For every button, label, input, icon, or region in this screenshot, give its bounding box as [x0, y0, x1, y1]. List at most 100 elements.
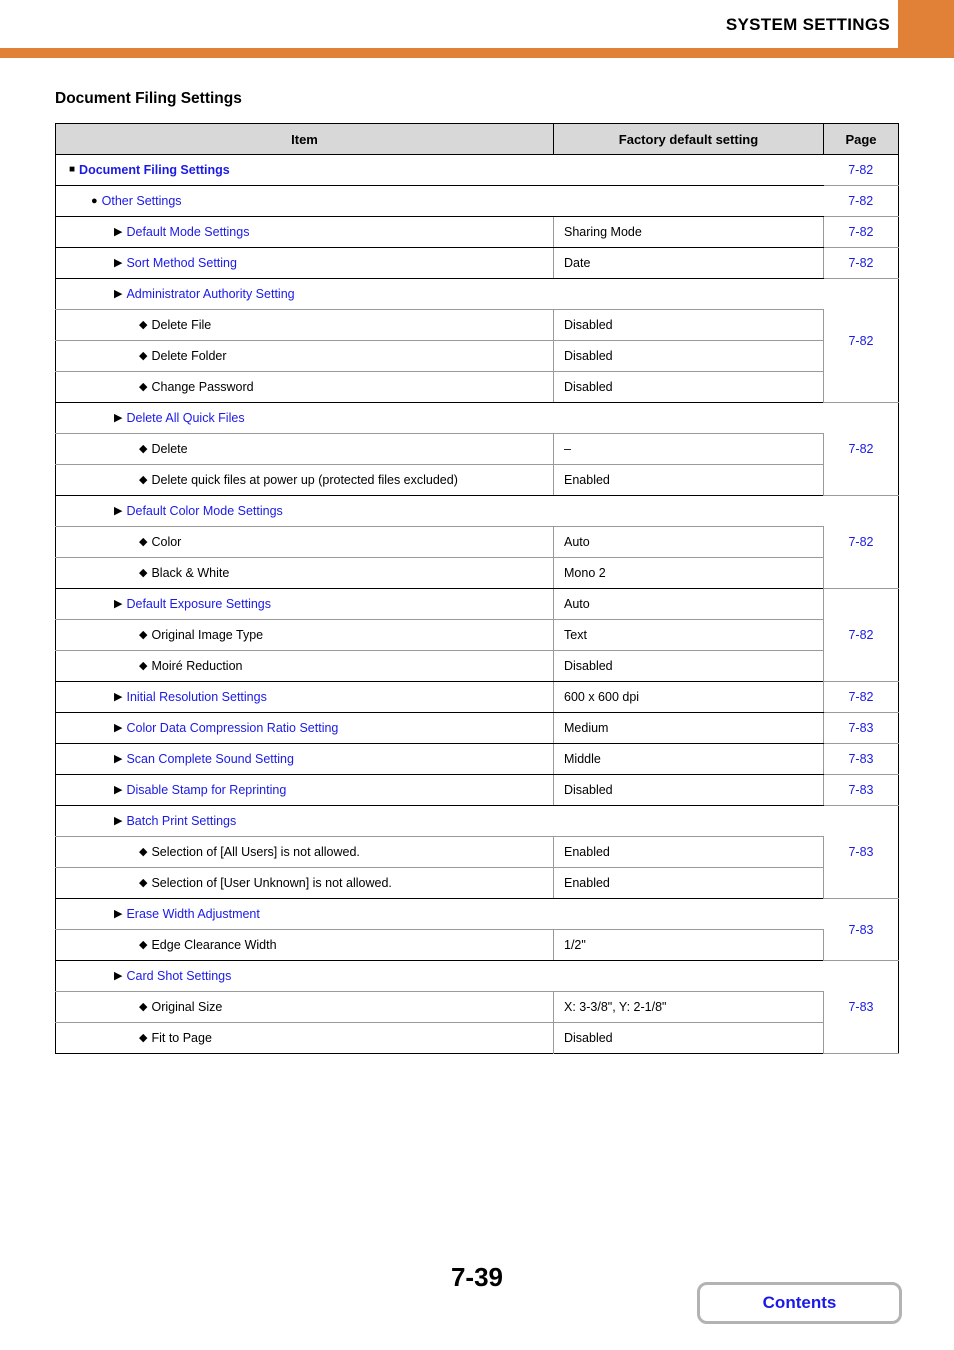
table-cell-value: Date: [553, 247, 824, 279]
table-cell-item: ▶ Delete All Quick Files: [55, 402, 824, 434]
circle-bullet-icon: ●: [91, 194, 98, 207]
table-cell-item: ◆ Delete File: [55, 309, 554, 341]
page-reference-link[interactable]: 7-82: [823, 154, 899, 186]
table-cell-value: Auto: [553, 588, 824, 620]
table-cell-value: Auto: [553, 526, 824, 558]
setting-link[interactable]: Batch Print Settings: [126, 814, 236, 828]
triangle-bullet-icon: ▶: [114, 721, 123, 734]
diamond-bullet-icon: ◆: [139, 535, 148, 548]
table-cell-item: ● Other Settings: [55, 185, 824, 217]
page-reference-link[interactable]: 7-83: [823, 774, 899, 806]
setting-value: Text: [564, 628, 587, 642]
setting-link[interactable]: Scan Complete Sound Setting: [126, 752, 293, 766]
table-cell-item: ◆ Delete quick files at power up (protect…: [55, 464, 554, 496]
page-reference-link[interactable]: 7-83: [823, 743, 899, 775]
table-row: ◆ Delete Folder Disabled: [55, 340, 899, 372]
table-row: ◆ Edge Clearance Width 1/2": [55, 929, 899, 961]
setting-value: Enabled: [564, 876, 610, 890]
table-row: ▶ Default Mode Settings Sharing Mode 7-82: [55, 216, 899, 248]
setting-link[interactable]: Delete All Quick Files: [126, 411, 244, 425]
setting-value: Disabled: [564, 318, 613, 332]
page-reference-link[interactable]: 7-82: [823, 278, 899, 403]
table-header-row: Item Factory default setting Page: [55, 123, 899, 155]
page-reference-link[interactable]: 7-82: [823, 495, 899, 589]
table-cell-value: Enabled: [553, 867, 824, 899]
setting-link[interactable]: Erase Width Adjustment: [126, 907, 259, 921]
table-row: ▶ Initial Resolution Settings 600 x 600 dp…: [55, 681, 899, 713]
setting-link[interactable]: Default Mode Settings: [126, 225, 249, 239]
table-cell-value: X: 3-3/8", Y: 2-1/8": [553, 991, 824, 1023]
table-cell-value: Disabled: [553, 371, 824, 403]
table-cell-value: Medium: [553, 712, 824, 744]
table-cell-value: Disabled: [553, 340, 824, 372]
table-cell-item: ◆ Edge Clearance Width: [55, 929, 554, 961]
triangle-bullet-icon: ▶: [114, 225, 123, 238]
setting-label: Fit to Page: [151, 1031, 212, 1045]
table-row: ◆ Original Image Type Text: [55, 619, 899, 651]
table-cell-item: ◆ Delete: [55, 433, 554, 465]
table-cell-item: ◆ Selection of [All Users] is not allowed…: [55, 836, 554, 868]
setting-value: Disabled: [564, 659, 613, 673]
table-cell-item: ■ Document Filing Settings: [55, 154, 824, 186]
triangle-bullet-icon: ▶: [114, 690, 123, 703]
table-row: ◆ Delete File Disabled: [55, 309, 899, 341]
triangle-bullet-icon: ▶: [114, 969, 123, 982]
table-cell-value: Enabled: [553, 836, 824, 868]
table-row: ◆ Moiré Reduction Disabled: [55, 650, 899, 682]
setting-value: Disabled: [564, 380, 613, 394]
header-accent-tab: [898, 0, 954, 48]
page-reference-link[interactable]: 7-82: [823, 247, 899, 279]
table-cell-item: ◆ Original Size: [55, 991, 554, 1023]
setting-link[interactable]: Default Color Mode Settings: [126, 504, 282, 518]
setting-link[interactable]: Default Exposure Settings: [126, 597, 271, 611]
page-reference-link[interactable]: 7-83: [823, 712, 899, 744]
setting-link[interactable]: Document Filing Settings: [79, 163, 230, 177]
page-reference-link[interactable]: 7-83: [823, 805, 899, 899]
contents-button[interactable]: Contents: [697, 1282, 902, 1324]
diamond-bullet-icon: ◆: [139, 442, 148, 455]
table-cell-item: ▶ Sort Method Setting: [55, 247, 554, 279]
setting-label: Original Size: [151, 1000, 223, 1014]
table-cell-item: ▶ Administrator Authority Setting: [55, 278, 824, 310]
table-cell-item: ▶ Default Mode Settings: [55, 216, 554, 248]
diamond-bullet-icon: ◆: [139, 845, 148, 858]
setting-value: Disabled: [564, 1031, 613, 1045]
setting-value: Mono 2: [564, 566, 606, 580]
table-cell-value: Sharing Mode: [553, 216, 824, 248]
page-reference-link[interactable]: 7-83: [823, 898, 899, 961]
settings-table-body: ■ Document Filing Settings 7-82 ● Other Sett…: [55, 154, 899, 1054]
setting-link[interactable]: Administrator Authority Setting: [126, 287, 294, 301]
setting-label: Selection of [All Users] is not allowed.: [151, 845, 360, 859]
column-header-page: Page: [823, 123, 899, 155]
section-title: Document Filing Settings: [55, 90, 242, 107]
table-cell-item: ▶ Default Color Mode Settings: [55, 495, 824, 527]
page-reference-link[interactable]: 7-82: [823, 588, 899, 682]
table-row: ◆ Change Password Disabled: [55, 371, 899, 403]
setting-link[interactable]: Initial Resolution Settings: [126, 690, 266, 704]
header-accent-rule: [0, 48, 954, 58]
page-reference-link[interactable]: 7-82: [823, 681, 899, 713]
page-reference-link[interactable]: 7-83: [823, 960, 899, 1054]
table-cell-item: ▶ Initial Resolution Settings: [55, 681, 554, 713]
table-cell-value: Text: [553, 619, 824, 651]
setting-link[interactable]: Sort Method Setting: [126, 256, 236, 270]
page-reference-link[interactable]: 7-82: [823, 216, 899, 248]
page-reference-link[interactable]: 7-82: [823, 402, 899, 496]
setting-label: Change Password: [151, 380, 254, 394]
setting-link[interactable]: Disable Stamp for Reprinting: [126, 783, 286, 797]
setting-link[interactable]: Card Shot Settings: [126, 969, 231, 983]
triangle-bullet-icon: ▶: [114, 907, 123, 920]
setting-link[interactable]: Other Settings: [102, 194, 182, 208]
setting-label: Delete quick files at power up (protecte…: [151, 473, 458, 487]
table-cell-item: ▶ Batch Print Settings: [55, 805, 824, 837]
setting-value: Sharing Mode: [564, 225, 642, 239]
table-cell-item: ▶ Erase Width Adjustment: [55, 898, 824, 930]
table-cell-item: ◆ Moiré Reduction: [55, 650, 554, 682]
setting-value: –: [564, 442, 571, 456]
page-reference-link[interactable]: 7-82: [823, 185, 899, 217]
setting-link[interactable]: Color Data Compression Ratio Setting: [126, 721, 338, 735]
triangle-bullet-icon: ▶: [114, 783, 123, 796]
table-row: ▶ Batch Print Settings 7-83: [55, 805, 899, 899]
diamond-bullet-icon: ◆: [139, 349, 148, 362]
table-row: ▶ Default Exposure Settings Auto 7-82: [55, 588, 899, 682]
